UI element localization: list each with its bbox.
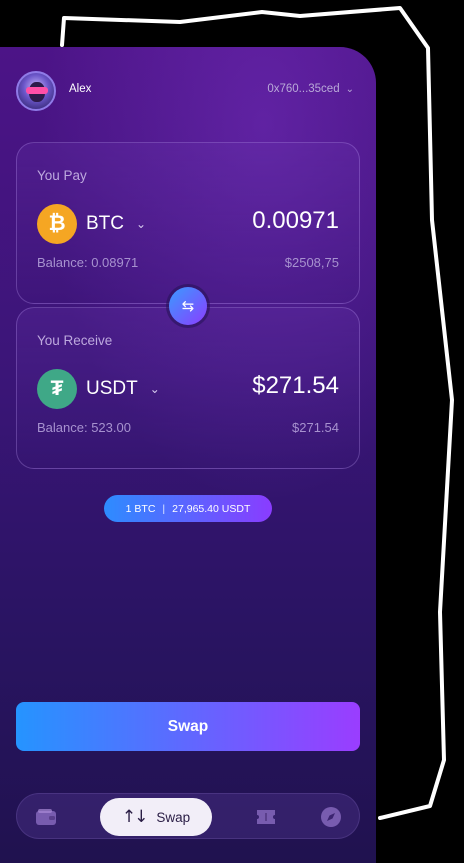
- exchange-rate-badge: 1 BTC | 27,965.40 USDT: [104, 495, 272, 522]
- ticket-icon[interactable]: [255, 806, 277, 828]
- pay-token-name: BTC: [86, 213, 124, 234]
- pay-label: You Pay: [37, 168, 87, 183]
- wallet-icon[interactable]: [35, 806, 57, 828]
- receive-token-selector[interactable]: ₮ USDT ⌄: [37, 369, 160, 409]
- avatar-visor: [26, 87, 48, 94]
- swap-direction-button[interactable]: ⇆: [169, 287, 207, 325]
- chevron-down-icon: ⌄: [136, 217, 147, 231]
- rate-base: 1 BTC: [125, 502, 156, 515]
- receive-card: You Receive ₮ USDT ⌄ $271.54 Balance: 52…: [16, 307, 360, 469]
- pay-fiat-value: $2508,75: [284, 255, 339, 270]
- receive-balance: Balance: 523.00: [37, 420, 131, 435]
- bottom-nav: ↑↓ Swap: [16, 793, 360, 839]
- receive-label: You Receive: [37, 333, 113, 348]
- swap-arrows-icon: ⇆: [181, 297, 195, 315]
- pay-card: You Pay ₿ BTC ⌄ 0.00971 Balance: 0.08971…: [16, 142, 360, 304]
- receive-amount: $271.54: [252, 372, 339, 399]
- pay-amount-input[interactable]: 0.00971: [252, 207, 339, 235]
- wallet-selector[interactable]: 0x760...35ced ⌄: [267, 83, 354, 95]
- receive-fiat-value: $271.54: [292, 420, 339, 435]
- swap-screen: Alex 0x760...35ced ⌄ You Pay ₿ BTC ⌄ 0.0…: [0, 47, 376, 863]
- nav-item-swap[interactable]: ↑↓ Swap: [100, 798, 212, 836]
- nav-item-swap-label: Swap: [156, 809, 191, 825]
- rate-quote: 27,965.40 USDT: [172, 502, 251, 515]
- pay-balance: Balance: 0.08971: [37, 255, 139, 270]
- bitcoin-icon: ₿: [37, 204, 77, 244]
- rate-separator: |: [162, 502, 166, 515]
- username: Alex: [69, 83, 92, 95]
- swap-arrows-icon: ↑↓: [121, 807, 148, 827]
- chevron-down-icon: ⌄: [345, 83, 354, 95]
- receive-token-name: USDT: [86, 378, 138, 399]
- app-screen: Alex 0x760...35ced ⌄ You Pay ₿ BTC ⌄ 0.0…: [0, 0, 464, 863]
- chevron-down-icon: ⌄: [149, 382, 160, 396]
- pay-token-selector[interactable]: ₿ BTC ⌄: [37, 204, 146, 244]
- header: Alex 0x760...35ced ⌄: [16, 71, 360, 111]
- wallet-address: 0x760...35ced: [267, 83, 340, 95]
- avatar[interactable]: [16, 71, 56, 111]
- tether-icon: ₮: [37, 369, 77, 409]
- swap-button[interactable]: Swap: [16, 702, 360, 751]
- explore-icon[interactable]: [320, 806, 342, 828]
